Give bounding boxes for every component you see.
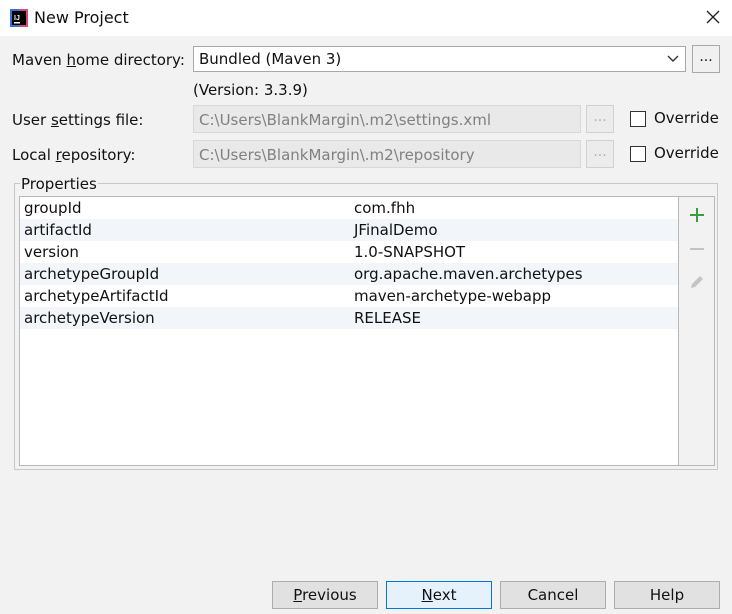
table-row[interactable]: archetypeVersion RELEASE [20,307,678,329]
edit-icon[interactable] [687,272,707,292]
title-bar: IJ New Project [0,0,732,36]
help-button[interactable]: Help [614,581,720,609]
next-button[interactable]: Next [386,581,492,609]
maven-home-select[interactable]: Bundled (Maven 3) [193,46,686,72]
property-value: com.fhh [354,199,416,217]
svg-text:IJ: IJ [14,15,20,22]
table-row[interactable]: version 1.0-SNAPSHOT [20,241,678,263]
user-settings-override-checkbox[interactable] [630,111,646,127]
properties-toolbar [679,196,715,466]
table-row[interactable]: artifactId JFinalDemo [20,219,678,241]
user-settings-browse-button[interactable]: ... [586,105,614,133]
maven-home-browse-button[interactable]: ... [692,45,720,73]
property-key: archetypeArtifactId [24,287,169,305]
property-key: archetypeGroupId [24,265,160,283]
property-value: org.apache.maven.archetypes [354,265,583,283]
user-settings-override-label: Override [654,109,719,127]
table-row[interactable]: archetypeGroupId org.apache.maven.archet… [20,263,678,285]
window-title: New Project [34,8,129,27]
intellij-app-icon: IJ [10,9,28,27]
add-icon[interactable] [687,205,707,225]
property-key: artifactId [24,221,92,239]
table-row[interactable]: groupId com.fhh [20,197,678,219]
local-repo-override-checkbox[interactable] [630,146,646,162]
property-key: version [24,243,79,261]
remove-icon[interactable] [687,239,707,259]
maven-version-text: (Version: 3.3.9) [193,81,308,99]
maven-home-value: Bundled (Maven 3) [199,50,342,68]
close-icon[interactable] [700,4,726,30]
property-key: groupId [24,199,82,217]
previous-button[interactable]: Previous [272,581,378,609]
property-value: maven-archetype-webapp [354,287,552,305]
user-settings-label: User settings file: [12,111,144,129]
table-row[interactable]: archetypeArtifactId maven-archetype-weba… [20,285,678,307]
local-repo-field[interactable]: C:\Users\BlankMargin\.m2\repository [193,140,581,168]
property-key: archetypeVersion [24,309,155,327]
chevron-down-icon [667,55,679,62]
properties-title: Properties [20,175,98,193]
local-repo-override-label: Override [654,144,719,162]
properties-table: groupId com.fhh artifactId JFinalDemo ve… [19,196,679,466]
property-value: JFinalDemo [354,221,438,239]
property-value: 1.0-SNAPSHOT [354,243,466,261]
property-value: RELEASE [354,309,421,327]
maven-home-label: Maven home directory: [12,51,185,69]
user-settings-field[interactable]: C:\Users\BlankMargin\.m2\settings.xml [193,105,581,133]
local-repo-label: Local repository: [12,146,136,164]
cancel-button[interactable]: Cancel [500,581,606,609]
local-repo-browse-button[interactable]: ... [586,140,614,168]
